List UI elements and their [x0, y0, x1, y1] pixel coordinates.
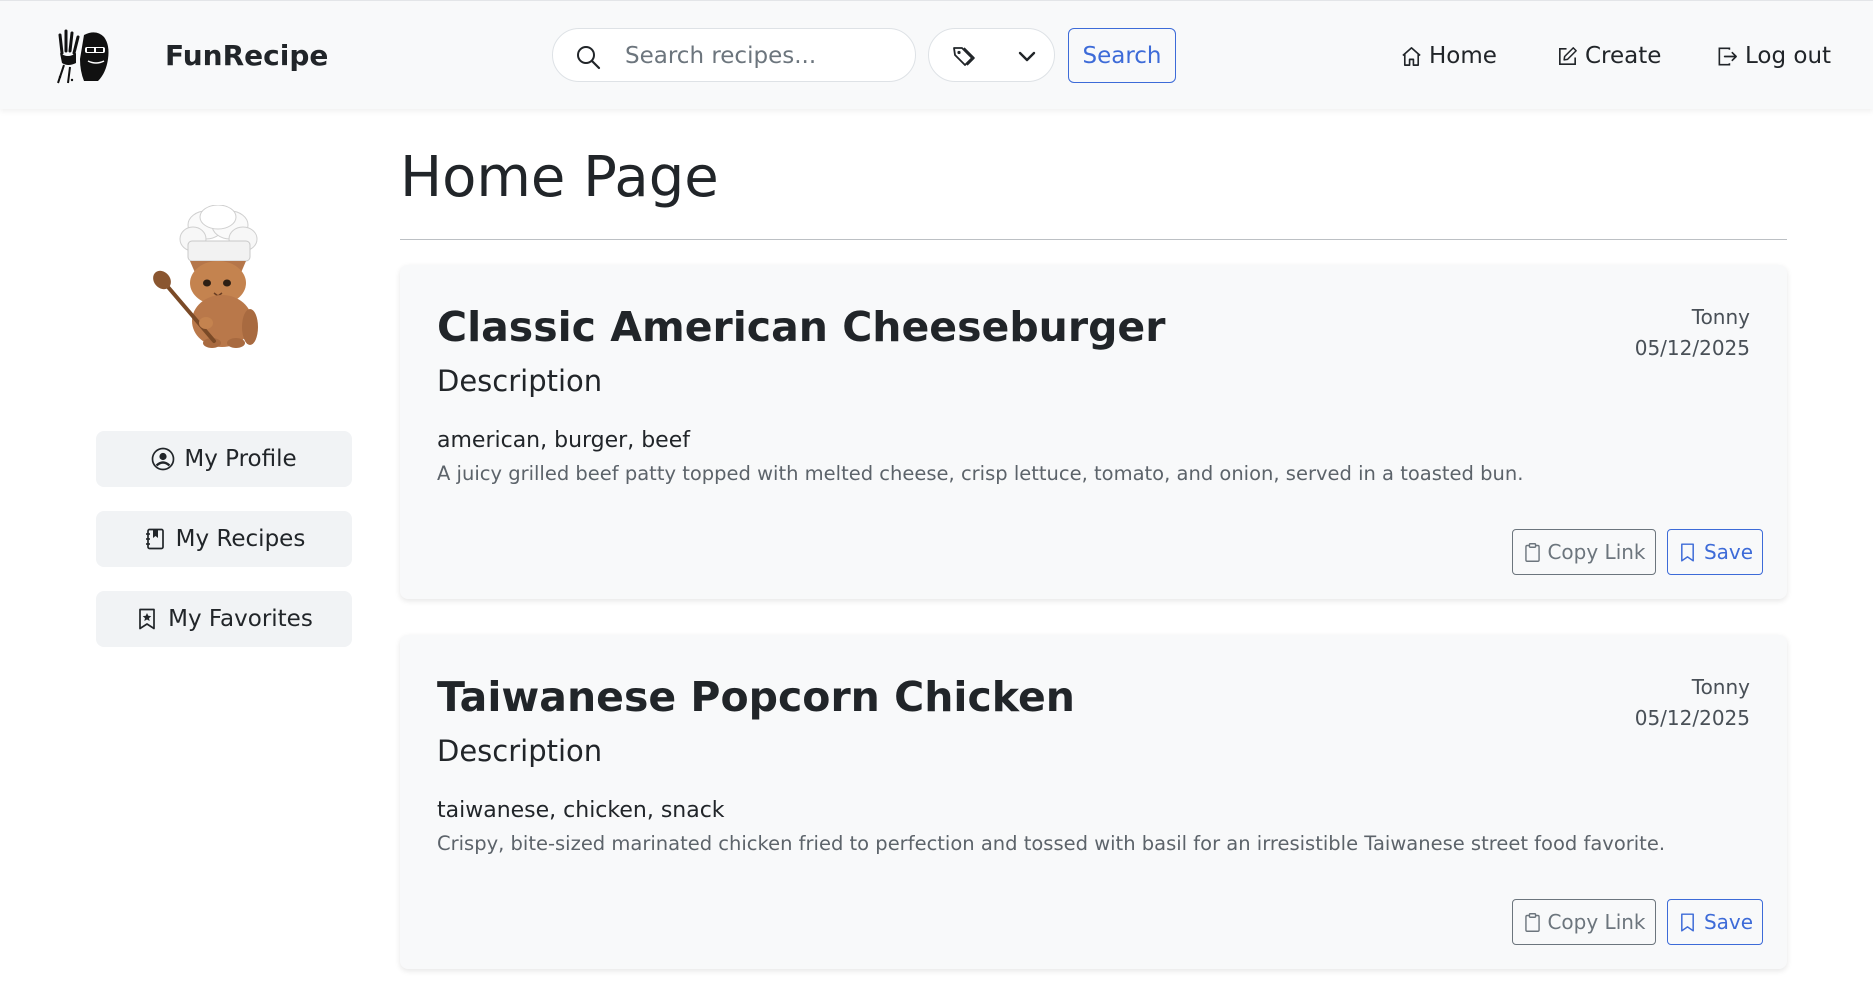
- search-input[interactable]: [625, 41, 895, 71]
- save-label: Save: [1703, 540, 1754, 564]
- pencil-square-icon: [1556, 45, 1579, 68]
- nav-logout-label: Log out: [1745, 43, 1832, 69]
- sidebar-item-label: My Recipes: [175, 526, 306, 552]
- nav-logout-link[interactable]: Log out: [1716, 41, 1831, 71]
- title-divider: [400, 239, 1787, 240]
- nav-create-link[interactable]: Create: [1556, 41, 1661, 71]
- house-icon: [1400, 45, 1423, 68]
- bookmark-icon: [1677, 912, 1698, 933]
- recipe-card[interactable]: Classic American Cheeseburger Descriptio…: [400, 265, 1787, 599]
- recipe-date: 05/12/2025: [1634, 706, 1750, 730]
- brand-name[interactable]: FunRecipe: [165, 39, 328, 72]
- recipe-title[interactable]: Taiwanese Popcorn Chicken: [437, 673, 1075, 721]
- tags-icon: [951, 44, 977, 70]
- navbar: FunRecipe Search recipes... Search Home …: [0, 0, 1873, 109]
- sidebar-item-my-recipes[interactable]: My Recipes: [96, 511, 352, 567]
- description-heading: Description: [437, 734, 603, 768]
- recipe-tags: american, burger, beef: [437, 428, 690, 453]
- copy-link-button[interactable]: Copy Link: [1512, 529, 1656, 575]
- recipe-card[interactable]: Taiwanese Popcorn Chicken Description ta…: [400, 635, 1787, 969]
- save-button[interactable]: Save: [1667, 529, 1763, 575]
- recipe-author: Tonny: [1691, 675, 1750, 699]
- clipboard-icon: [1522, 912, 1543, 933]
- recipe-description: Crispy, bite-sized marinated chicken fri…: [437, 832, 1666, 855]
- bookmark-star-icon: [135, 607, 159, 631]
- copy-link-label: Copy Link: [1547, 910, 1646, 934]
- page-title: Home Page: [400, 145, 719, 210]
- sidebar-item-label: My Profile: [184, 446, 297, 472]
- avatar: [148, 205, 278, 350]
- copy-link-label: Copy Link: [1547, 540, 1646, 564]
- search-bar: [552, 28, 916, 82]
- recipe-date: 05/12/2025: [1634, 336, 1750, 360]
- person-circle-icon: [151, 447, 175, 471]
- nav-home-label: Home: [1429, 43, 1497, 69]
- sidebar-item-label: My Favorites: [168, 606, 313, 632]
- recipe-tags: taiwanese, chicken, snack: [437, 798, 725, 823]
- chevron-down-icon: [1017, 46, 1037, 66]
- box-arrow-right-icon: [1716, 45, 1739, 68]
- save-button[interactable]: Save: [1667, 899, 1763, 945]
- save-label: Save: [1703, 910, 1754, 934]
- journal-bookmark-icon: [143, 527, 167, 551]
- copy-link-button[interactable]: Copy Link: [1512, 899, 1656, 945]
- bookmark-icon: [1677, 542, 1698, 563]
- recipe-description: A juicy grilled beef patty topped with m…: [437, 462, 1524, 485]
- nav-create-label: Create: [1585, 43, 1662, 69]
- description-heading: Description: [437, 364, 603, 398]
- brand-logo[interactable]: [54, 25, 116, 85]
- sidebar-item-my-favorites[interactable]: My Favorites: [96, 591, 352, 647]
- search-icon: [575, 44, 601, 70]
- recipe-author: Tonny: [1691, 305, 1750, 329]
- search-button[interactable]: Search: [1068, 28, 1176, 83]
- tag-filter-dropdown[interactable]: [928, 28, 1055, 82]
- nav-home-link[interactable]: Home: [1400, 41, 1497, 71]
- recipe-title[interactable]: Classic American Cheeseburger: [437, 303, 1165, 351]
- sidebar-item-my-profile[interactable]: My Profile: [96, 431, 352, 487]
- clipboard-icon: [1522, 542, 1543, 563]
